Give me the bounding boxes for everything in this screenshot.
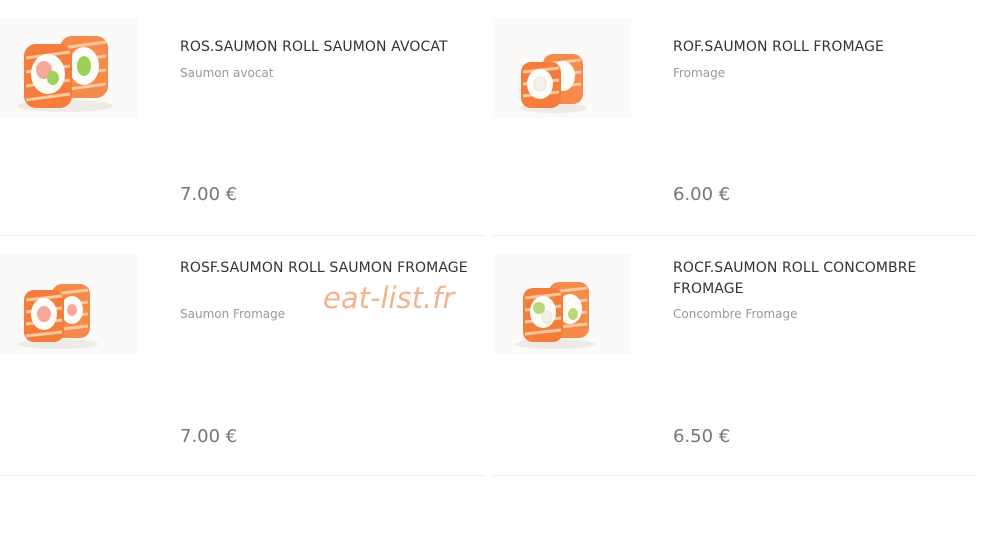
- product-image[interactable]: [0, 254, 138, 354]
- product-price: 6.50 €: [673, 426, 731, 447]
- watermark: eat-list.fr: [323, 281, 455, 315]
- product-title[interactable]: ROSF.SAUMON ROLL SAUMON FROMAGE: [180, 258, 470, 279]
- product-description: Fromage: [673, 66, 726, 80]
- product-image[interactable]: [0, 18, 138, 118]
- product-price: 7.00 €: [180, 426, 238, 447]
- product-card[interactable]: ROS.SAUMON ROLL SAUMON AVOCAT Saumon avo…: [0, 0, 485, 236]
- product-description: Concombre Fromage: [673, 307, 798, 321]
- product-title[interactable]: ROS.SAUMON ROLL SAUMON AVOCAT: [180, 37, 470, 58]
- product-card[interactable]: ROSF.SAUMON ROLL SAUMON FROMAGE Saumon F…: [0, 236, 485, 476]
- sushi-roll-image: [519, 54, 587, 113]
- product-description: Saumon Fromage: [180, 307, 286, 321]
- sushi-roll-image: [515, 282, 595, 349]
- product-card[interactable]: ROCF.SAUMON ROLL CONCOMBRE FROMAGE Conco…: [493, 236, 978, 476]
- product-description: Saumon avocat: [180, 66, 274, 80]
- product-price: 6.00 €: [673, 184, 731, 205]
- filling: [77, 56, 91, 76]
- sushi-roll-image: [18, 284, 98, 349]
- product-image[interactable]: [493, 254, 631, 354]
- product-image[interactable]: [493, 18, 631, 118]
- product-price: 7.00 €: [180, 184, 238, 205]
- product-title[interactable]: ROCF.SAUMON ROLL CONCOMBRE FROMAGE: [673, 258, 963, 300]
- product-title[interactable]: ROF.SAUMON ROLL FROMAGE: [673, 37, 963, 58]
- product-card[interactable]: ROF.SAUMON ROLL FROMAGE Fromage 6.00 €: [493, 0, 978, 236]
- sushi-roll-image: [17, 36, 113, 112]
